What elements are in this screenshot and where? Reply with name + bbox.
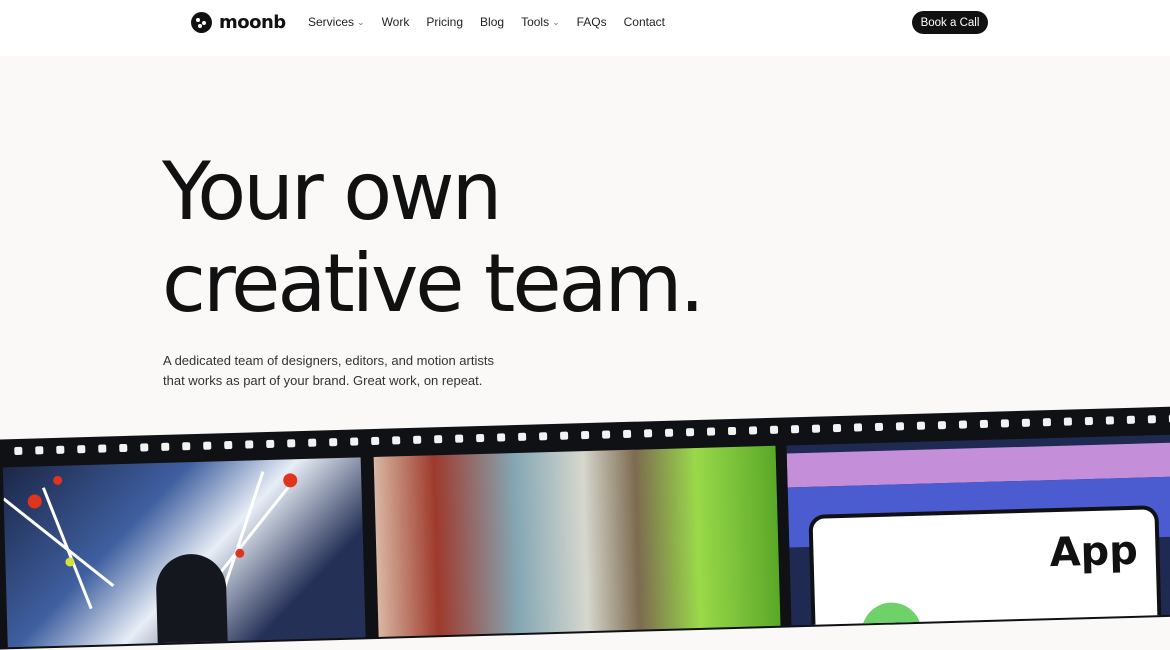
film-strip-gallery: App [0, 405, 1170, 650]
perforation-hole [455, 434, 464, 443]
nav-item-label: FAQs [576, 15, 607, 29]
person-silhouette [155, 553, 228, 646]
perforation-hole [748, 426, 758, 435]
hero-title: Your own creative team. [162, 145, 705, 330]
perforation-hole [497, 433, 506, 442]
hero-title-line-2: creative team. [162, 237, 705, 330]
portfolio-frame-1[interactable] [2, 457, 366, 648]
perforation-hole [161, 442, 170, 451]
nav-item-label: Contact [623, 15, 665, 29]
main-menu: Services ⌄ Work Pricing Blog Tools ⌄ FAQ… [308, 15, 665, 29]
portfolio-frame-2[interactable] [373, 445, 781, 637]
perforation-hole [224, 440, 233, 450]
nav-item-label: Tools [521, 15, 550, 29]
perforation-hole [140, 443, 149, 452]
perforation-hole [56, 445, 65, 454]
app-card-text: App [1048, 527, 1139, 577]
nav-item-faqs[interactable]: FAQs [577, 15, 607, 29]
perforation-hole [790, 425, 800, 434]
perforation-hole [518, 432, 527, 441]
perforation-hole [392, 436, 401, 445]
perforation-hole [413, 435, 422, 444]
perforation-hole [937, 421, 947, 430]
hero-subtitle-line-2: that works as part of your brand. Great … [163, 373, 483, 388]
perforation-hole [1063, 417, 1073, 426]
nav-item-label: Work [381, 15, 410, 29]
perforation-hole [182, 442, 191, 451]
perforation-hole [685, 428, 695, 437]
perforation-hole [98, 444, 107, 453]
perforation-hole [979, 419, 989, 429]
top-navigation: moonb Services ⌄ Work Pricing Blog Tools… [0, 0, 1170, 56]
hero-subtitle: A dedicated team of designers, editors, … [163, 351, 494, 391]
perforation-hole [622, 429, 632, 439]
perforation-hole [769, 425, 779, 434]
perforation-hole [119, 443, 128, 453]
perforation-hole [245, 440, 254, 449]
nav-item-label: Blog [480, 15, 505, 29]
perforation-hole [559, 431, 569, 440]
perforation-hole [1105, 416, 1115, 425]
perforation-hole [895, 422, 905, 431]
perforation-hole [580, 430, 590, 440]
nav-item-contact[interactable]: Contact [624, 15, 665, 29]
perforation-hole [664, 428, 674, 437]
perforation-hole [853, 423, 863, 432]
hero-subtitle-line-1: A dedicated team of designers, editors, … [163, 353, 494, 368]
perforation-hole [727, 426, 737, 436]
perforation-hole [539, 432, 548, 441]
perforation-hole [916, 421, 926, 430]
perforation-hole [77, 445, 86, 454]
book-call-button[interactable]: Book a Call [912, 11, 988, 34]
perforation-hole [308, 438, 317, 447]
chevron-down-icon: ⌄ [357, 16, 365, 27]
perforation-hole [371, 436, 380, 446]
perforation-hole [476, 433, 485, 443]
perforation-hole [329, 438, 338, 447]
perforation-hole [203, 441, 212, 450]
perforation-hole [706, 427, 716, 436]
perforation-hole [643, 429, 653, 438]
perforation-hole [1084, 416, 1094, 426]
nav-item-label: Pricing [426, 15, 464, 29]
perforation-hole [1021, 418, 1031, 427]
moon-logo-icon [191, 12, 212, 33]
hero-title-line-1: Your own [162, 145, 502, 238]
perforation-hole [434, 435, 443, 444]
perforation-hole [832, 423, 842, 433]
perforation-hole [1000, 419, 1010, 428]
brand-name: moonb [219, 12, 286, 33]
perforation-hole [35, 446, 44, 455]
nav-item-blog[interactable]: Blog [480, 15, 504, 29]
nav-item-tools[interactable]: Tools ⌄ [521, 15, 560, 29]
perforation-hole [874, 422, 884, 432]
perforation-hole [1147, 415, 1156, 424]
chevron-down-icon: ⌄ [552, 16, 560, 27]
nav-item-pricing[interactable]: Pricing [426, 15, 463, 29]
perforation-hole [958, 420, 968, 429]
brand-logo[interactable]: moonb [191, 12, 286, 33]
perforation-hole [350, 437, 359, 446]
perforation-hole [1042, 418, 1052, 427]
perforation-hole [601, 430, 611, 439]
perforation-hole [287, 439, 296, 448]
nav-item-label: Services [308, 15, 355, 29]
nav-item-work[interactable]: Work [382, 15, 410, 29]
perforation-hole [266, 439, 275, 449]
perforation-hole [1126, 415, 1135, 424]
portfolio-frame-3[interactable]: App [786, 433, 1170, 626]
perforation-hole [14, 446, 23, 456]
perforation-hole [811, 424, 821, 433]
nav-item-services[interactable]: Services ⌄ [308, 15, 365, 29]
